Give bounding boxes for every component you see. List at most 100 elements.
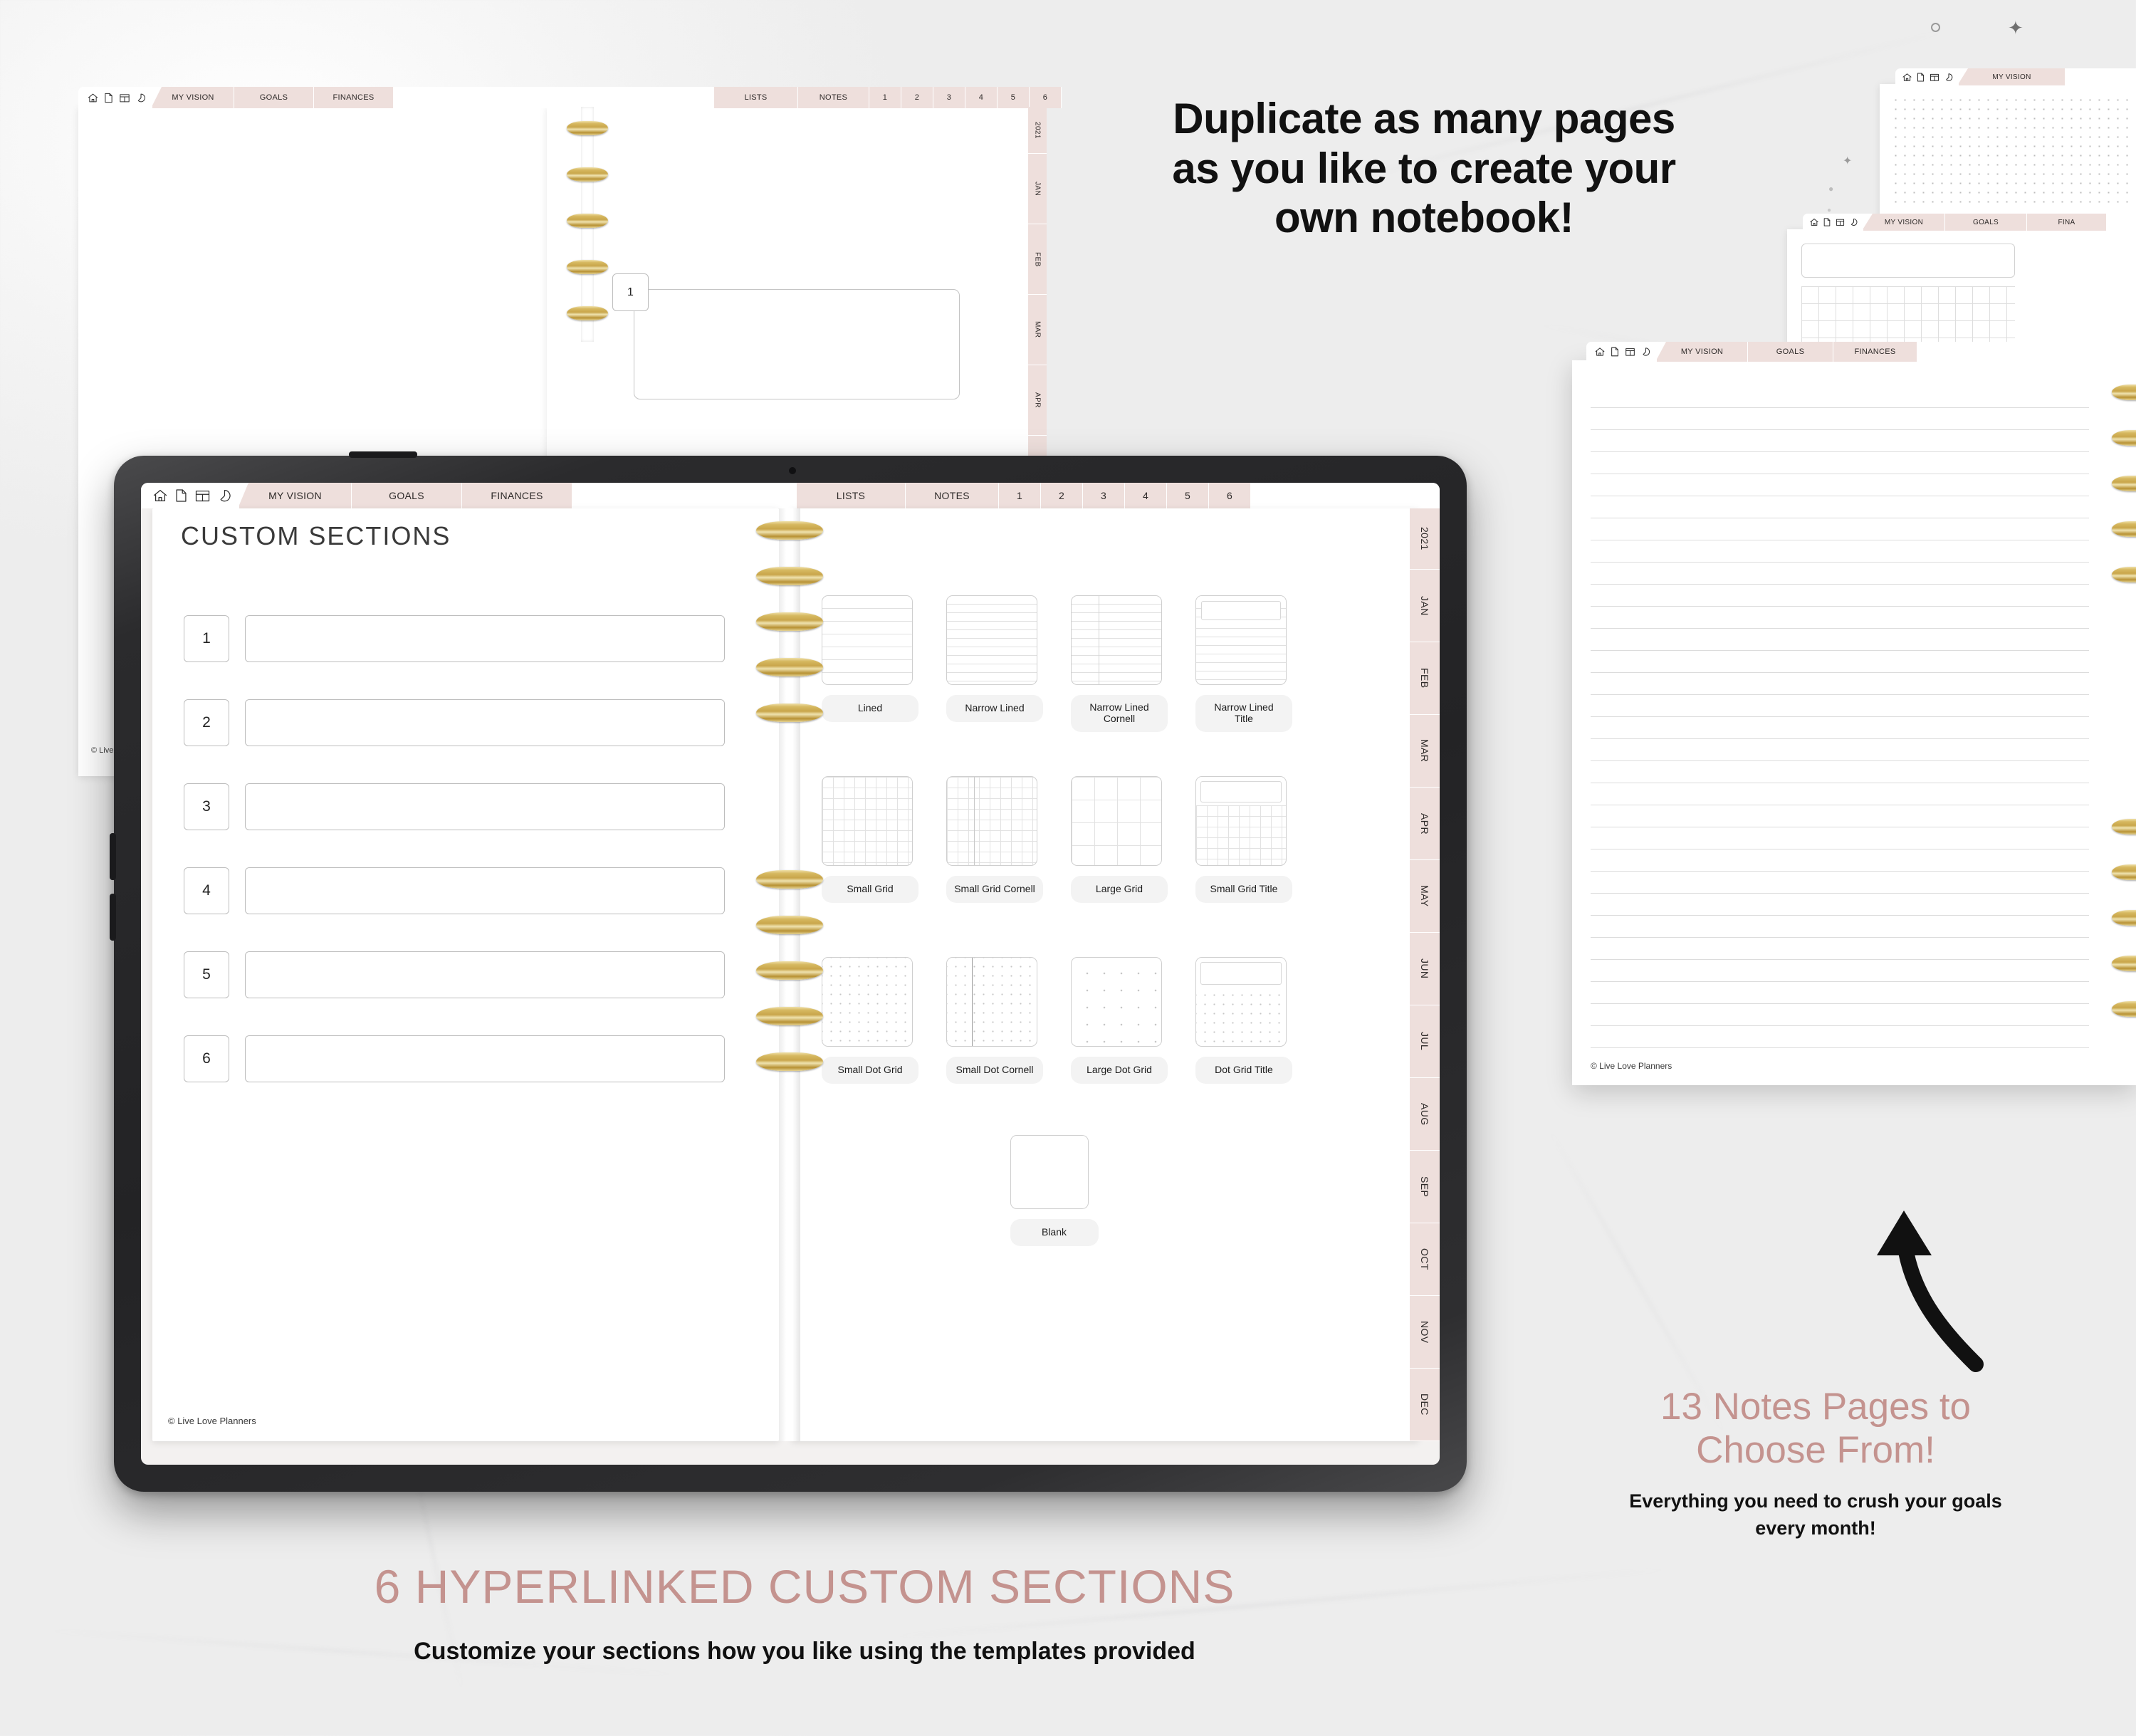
tab-number-1[interactable]: 1 (869, 87, 901, 108)
sticker-icon[interactable] (135, 92, 147, 104)
template-label[interactable]: Small Dot Grid (822, 1057, 918, 1084)
tab-number-3[interactable]: 3 (1083, 483, 1125, 508)
month-tab-mar[interactable]: MAR (1028, 295, 1047, 365)
tab-number-2[interactable]: 2 (1041, 483, 1083, 508)
tab-goals[interactable]: GOALS (234, 87, 314, 108)
month-tab-aug[interactable]: AUG (1410, 1078, 1440, 1151)
tab-number-1[interactable]: 1 (999, 483, 1041, 508)
layout-icon[interactable] (1624, 346, 1636, 357)
section-number-5[interactable]: 5 (184, 951, 229, 998)
tab-goals[interactable]: GOALS (352, 483, 462, 508)
tab-my-vision[interactable]: MY VISION (239, 483, 352, 508)
home-icon[interactable] (152, 488, 168, 503)
tab-number-2[interactable]: 2 (901, 87, 933, 108)
tab-finances[interactable]: FINANCES (462, 483, 572, 508)
layout-icon[interactable] (118, 92, 131, 104)
home-icon[interactable] (1902, 72, 1912, 83)
template-tile[interactable]: Large Dot Grid (1071, 957, 1168, 1084)
section-number-4[interactable]: 4 (184, 867, 229, 914)
section-number-1[interactable]: 1 (184, 615, 229, 662)
sticker-icon[interactable] (1849, 217, 1858, 227)
template-label[interactable]: Lined (822, 695, 918, 722)
template-tile[interactable]: Small Dot Grid (822, 957, 918, 1084)
template-label[interactable]: Blank (1010, 1219, 1099, 1246)
section-input-3[interactable] (245, 783, 725, 830)
tab-finances[interactable]: FINANCES (1833, 342, 1917, 362)
tab-lists[interactable]: LISTS (714, 87, 798, 108)
tab-goals[interactable]: GOALS (1945, 214, 2027, 231)
section-number-3[interactable]: 3 (184, 783, 229, 830)
page-icon[interactable] (103, 92, 114, 104)
template-label[interactable]: Small Grid Cornell (946, 876, 1043, 903)
section-input-6[interactable] (245, 1035, 725, 1082)
section-number-2[interactable]: 2 (184, 699, 229, 746)
template-thumbnail[interactable] (1071, 595, 1162, 685)
template-tile[interactable]: Narrow Lined Cornell (1071, 595, 1168, 732)
month-tab-apr[interactable]: APR (1028, 365, 1047, 436)
month-tab-year[interactable]: 2021 (1028, 107, 1047, 154)
month-tab-sep[interactable]: SEP (1410, 1151, 1440, 1223)
template-tile[interactable]: Lined (822, 595, 918, 722)
month-tab-nov[interactable]: NOV (1410, 1296, 1440, 1369)
tab-my-vision[interactable]: MY VISION (1863, 214, 1945, 231)
tab-goals[interactable]: GOALS (1748, 342, 1833, 362)
layout-icon[interactable] (1835, 217, 1846, 227)
template-thumbnail[interactable] (1195, 595, 1287, 685)
tab-finances[interactable]: FINA (2027, 214, 2107, 231)
tab-notes[interactable]: NOTES (798, 87, 869, 108)
template-label[interactable]: Small Grid (822, 876, 918, 903)
section-input-1[interactable] (245, 615, 725, 662)
page-icon[interactable] (1916, 72, 1925, 83)
section-number-6[interactable]: 6 (184, 1035, 229, 1082)
template-thumbnail[interactable] (1071, 957, 1162, 1047)
month-tab-apr[interactable]: APR (1410, 788, 1440, 860)
template-thumbnail[interactable] (946, 957, 1037, 1047)
tab-my-vision[interactable]: MY VISION (1657, 342, 1748, 362)
tab-notes[interactable]: NOTES (906, 483, 999, 508)
sticker-icon[interactable] (217, 488, 232, 503)
template-tile[interactable]: Small Grid Title (1195, 776, 1292, 903)
month-tab-jan[interactable]: JAN (1410, 570, 1440, 642)
template-label[interactable]: Large Dot Grid (1071, 1057, 1168, 1084)
sticker-icon[interactable] (1640, 346, 1651, 357)
template-label[interactable]: Dot Grid Title (1195, 1057, 1292, 1084)
page-icon[interactable] (174, 488, 188, 503)
page-icon[interactable] (1610, 346, 1620, 357)
template-thumbnail[interactable] (1071, 776, 1162, 866)
month-tab-dec[interactable]: DEC (1410, 1369, 1440, 1441)
month-tab-year[interactable]: 2021 (1410, 508, 1440, 570)
template-label[interactable]: Large Grid (1071, 876, 1168, 903)
month-tab-jul[interactable]: JUL (1410, 1005, 1440, 1078)
month-tab-may[interactable]: MAY (1410, 860, 1440, 933)
template-tile[interactable]: Small Dot Cornell (946, 957, 1043, 1084)
month-tab-jan[interactable]: JAN (1028, 154, 1047, 224)
section-input-2[interactable] (245, 699, 725, 746)
template-thumbnail[interactable] (822, 776, 913, 866)
template-label[interactable]: Narrow Lined (946, 695, 1043, 722)
template-label[interactable]: Small Dot Cornell (946, 1057, 1043, 1084)
tab-lists[interactable]: LISTS (797, 483, 906, 508)
tab-number-3[interactable]: 3 (933, 87, 965, 108)
month-tab-feb[interactable]: FEB (1028, 224, 1047, 295)
tab-number-6[interactable]: 6 (1030, 87, 1062, 108)
month-tab-jun[interactable]: JUN (1410, 933, 1440, 1005)
template-tile[interactable]: Small Grid Cornell (946, 776, 1043, 903)
template-thumbnail[interactable] (946, 776, 1037, 866)
template-thumbnail[interactable] (822, 957, 913, 1047)
month-tab-oct[interactable]: OCT (1410, 1223, 1440, 1296)
tab-number-6[interactable]: 6 (1209, 483, 1251, 508)
tablet-button-power[interactable] (349, 451, 417, 458)
month-tab-mar[interactable]: MAR (1410, 715, 1440, 788)
tab-my-vision[interactable]: MY VISION (152, 87, 234, 108)
sticker-icon[interactable] (1944, 72, 1954, 83)
month-tab-feb[interactable]: FEB (1410, 642, 1440, 715)
template-tile[interactable]: Large Grid (1071, 776, 1168, 903)
home-icon[interactable] (1594, 346, 1606, 357)
section-input-box[interactable] (634, 289, 960, 399)
page-icon[interactable] (1823, 217, 1831, 227)
template-tile[interactable]: Narrow Lined Title (1195, 595, 1292, 732)
section-input-4[interactable] (245, 867, 725, 914)
template-tile[interactable]: Narrow Lined (946, 595, 1043, 722)
home-icon[interactable] (1809, 217, 1819, 227)
template-tile[interactable]: Small Grid (822, 776, 918, 903)
